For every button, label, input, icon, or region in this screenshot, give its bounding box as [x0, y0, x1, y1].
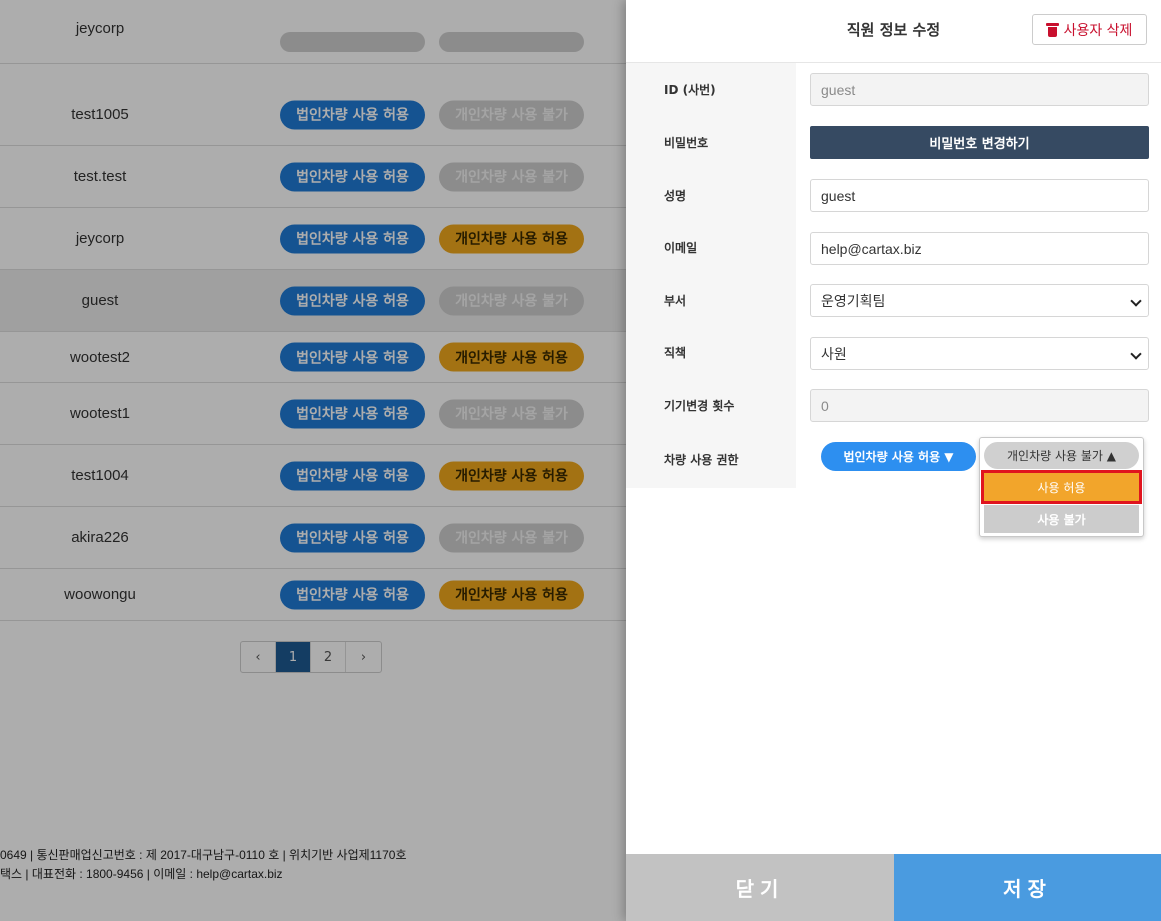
- field-labels-column: [626, 63, 796, 488]
- device-change-field: 0: [810, 389, 1149, 422]
- id-field: guest: [810, 73, 1149, 106]
- device-change-label: 기기변경 횟수: [664, 399, 735, 413]
- position-select[interactable]: 사원: [810, 337, 1149, 370]
- trash-icon: [1045, 22, 1059, 37]
- department-select[interactable]: 운영기획팀: [810, 284, 1149, 317]
- vehicle-permission-label: 차량 사용 권한: [664, 453, 739, 467]
- delete-user-button[interactable]: 사용자 삭제: [1032, 14, 1147, 45]
- personal-vehicle-dropdown: 개인차량 사용 불가 ▲ 사용 허용 사용 불가: [979, 437, 1144, 537]
- department-label: 부서: [664, 294, 687, 308]
- password-label: 비밀번호: [664, 136, 709, 150]
- email-field[interactable]: help@cartax.biz: [810, 232, 1149, 265]
- close-button[interactable]: 닫기: [626, 854, 894, 921]
- email-label: 이메일: [664, 241, 698, 255]
- save-button[interactable]: 저장: [894, 854, 1161, 921]
- employee-edit-panel: 직원 정보 수정 사용자 삭제 ID (사번) guest 비밀번호 비밀번호 …: [626, 0, 1161, 921]
- option-allow[interactable]: 사용 허용: [981, 470, 1142, 504]
- name-field[interactable]: guest: [810, 179, 1149, 212]
- position-label: 직책: [664, 346, 687, 360]
- corp-vehicle-permission-button[interactable]: 법인차량 사용 허용 ▼: [821, 442, 976, 471]
- id-label: ID (사번): [664, 83, 716, 97]
- name-label: 성명: [664, 189, 687, 203]
- option-deny[interactable]: 사용 불가: [984, 505, 1139, 533]
- change-password-button[interactable]: 비밀번호 변경하기: [810, 126, 1149, 159]
- panel-header: 직원 정보 수정 사용자 삭제: [626, 0, 1161, 63]
- delete-user-label: 사용자 삭제: [1063, 22, 1133, 39]
- personal-vehicle-toggle[interactable]: 개인차량 사용 불가 ▲: [984, 442, 1139, 469]
